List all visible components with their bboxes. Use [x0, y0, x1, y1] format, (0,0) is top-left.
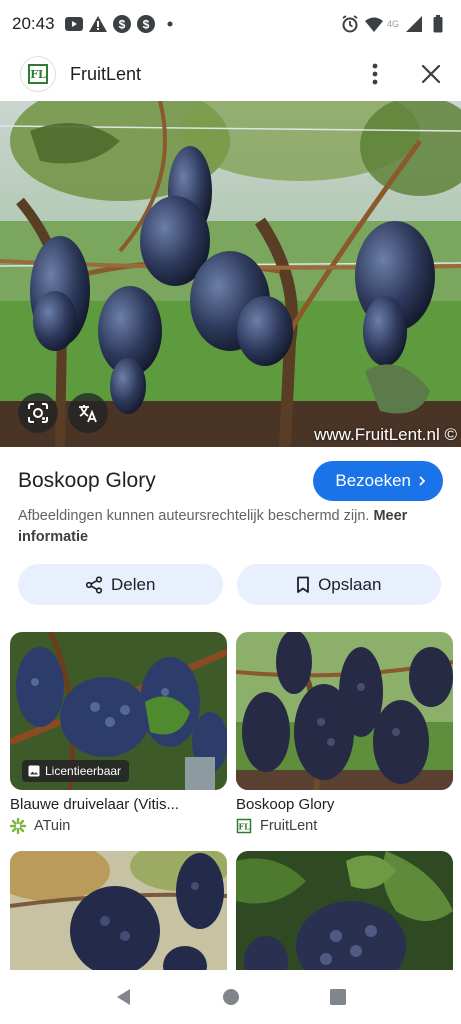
status-time: 20:43 — [12, 14, 55, 33]
site-title: FruitLent — [70, 63, 142, 84]
share-button[interactable]: Delen — [18, 564, 223, 605]
recents-button[interactable] — [318, 977, 358, 1017]
recents-square-icon — [329, 989, 346, 1005]
result-card[interactable]: Licentieerbaar Blauwe druivelaar (Vitis.… — [10, 632, 227, 834]
source-name: FruitLent — [260, 818, 318, 834]
lens-search-button[interactable] — [18, 393, 58, 433]
result-card[interactable] — [236, 851, 453, 981]
result-thumbnail[interactable] — [236, 632, 453, 790]
save-label: Opslaan — [318, 574, 382, 594]
result-title-row: Boskoop Glory Bezoeken — [18, 459, 443, 503]
more-notifications-dot-icon — [161, 15, 179, 33]
result-card[interactable]: Boskoop Glory FL FruitLent — [236, 632, 453, 834]
system-navigation-bar — [0, 970, 461, 1024]
close-button[interactable] — [415, 58, 447, 90]
result-source: FL FruitLent — [236, 818, 453, 834]
result-source: ATuin — [10, 818, 227, 834]
more-vert-icon — [372, 63, 378, 85]
translate-icon — [79, 405, 97, 423]
translate-button[interactable] — [68, 393, 108, 433]
fruitlent-logo-icon: FL — [236, 818, 252, 834]
alarm-icon — [341, 15, 359, 33]
image-watermark: www.FruitLent.nl © — [314, 425, 457, 444]
copyright-notice: Afbeeldingen kunnen auteursrechtelijk be… — [18, 506, 443, 548]
hero-image[interactable]: www.FruitLent.nl © — [0, 101, 461, 447]
source-name: ATuin — [34, 818, 71, 834]
google-lens-icon — [28, 403, 48, 423]
dollar-icon: $ — [112, 15, 131, 33]
image-title: Boskoop Glory — [18, 469, 156, 492]
result-card[interactable] — [10, 851, 227, 981]
result-thumbnail[interactable] — [236, 851, 453, 981]
visit-label: Bezoeken — [335, 471, 411, 490]
action-row: Delen Opslaan — [18, 564, 441, 605]
home-button[interactable] — [211, 977, 251, 1017]
grape-leaves-photo — [236, 851, 453, 981]
close-icon — [422, 65, 440, 83]
result-title[interactable]: Boskoop Glory — [236, 796, 453, 813]
svg-text:$: $ — [142, 18, 149, 32]
home-circle-icon — [222, 989, 239, 1005]
system-icons: 4G — [341, 15, 447, 33]
chevron-right-icon — [419, 476, 426, 486]
network-type-label: 4G — [386, 19, 399, 29]
visit-button[interactable]: Bezoeken — [313, 461, 443, 501]
wifi-icon — [364, 15, 383, 33]
grape-vine-photo — [0, 101, 461, 447]
result-thumbnail[interactable] — [10, 851, 227, 981]
copyright-text: Afbeeldingen kunnen auteursrechtelijk be… — [18, 508, 370, 524]
svg-text:FL: FL — [238, 822, 250, 832]
result-thumbnail[interactable]: Licentieerbaar — [10, 632, 227, 790]
share-label: Delen — [111, 574, 156, 594]
licensable-badge: Licentieerbaar — [22, 760, 130, 782]
result-title[interactable]: Blauwe druivelaar (Vitis... — [10, 796, 227, 813]
more-options-button[interactable] — [359, 58, 391, 90]
grape-cluster-photo — [10, 851, 227, 981]
app-header: FL FruitLent — [0, 48, 461, 100]
grape-vine-photo — [236, 632, 453, 790]
cell-signal-icon — [405, 15, 423, 33]
notification-icons: $ $ — [64, 15, 179, 33]
image-icon — [28, 765, 40, 777]
battery-icon — [429, 15, 447, 33]
youtube-icon — [64, 15, 83, 33]
site-favicon: FL — [20, 56, 56, 92]
status-bar: 20:43 $ $ 4G — [0, 0, 461, 48]
share-icon — [85, 575, 103, 594]
back-triangle-icon — [116, 989, 130, 1005]
svg-text:$: $ — [118, 18, 125, 32]
dollar-icon: $ — [136, 15, 155, 33]
fruitlent-logo-icon: FL — [28, 64, 48, 84]
back-button[interactable] — [104, 977, 144, 1017]
bookmark-icon — [297, 576, 309, 593]
save-button[interactable]: Opslaan — [236, 564, 441, 605]
warning-icon — [88, 15, 107, 33]
atuin-logo-icon — [10, 818, 26, 834]
license-label: Licentieerbaar — [45, 764, 122, 778]
